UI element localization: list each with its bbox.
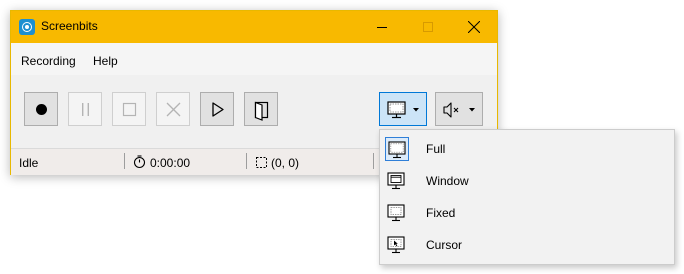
- play-button[interactable]: [200, 92, 234, 126]
- status-state: Idle: [19, 156, 39, 170]
- title-bar: Screenbits: [11, 11, 497, 43]
- menu-item-label: Full: [426, 142, 446, 156]
- menu-item-fixed[interactable]: Fixed: [380, 197, 674, 228]
- app-logo-icon: [19, 19, 35, 35]
- menu-item-label: Fixed: [426, 206, 456, 220]
- open-folder-button[interactable]: [244, 92, 278, 126]
- menu-item-cursor[interactable]: Cursor: [380, 229, 674, 260]
- chevron-down-icon: [413, 108, 419, 112]
- window-title: Screenbits: [41, 19, 98, 33]
- stop-button[interactable]: [112, 92, 146, 126]
- stopwatch-icon: [133, 155, 146, 169]
- capture-mode-menu: Full Window Fixed Cursor: [379, 129, 675, 265]
- window-capture-icon: [385, 169, 409, 193]
- full-screen-icon: [385, 137, 409, 161]
- menu-item-label: Window: [426, 174, 469, 188]
- status-coords: (0, 0): [271, 156, 300, 170]
- capture-mode-dropdown[interactable]: [379, 92, 427, 126]
- cursor-region-icon: [385, 233, 409, 257]
- menu-help[interactable]: Help: [93, 54, 118, 68]
- mute-icon: [443, 102, 475, 118]
- monitor-icon: [387, 101, 419, 119]
- status-time: 0:00:00: [150, 156, 191, 170]
- minimize-button[interactable]: [359, 11, 405, 43]
- menu-item-label: Cursor: [426, 238, 463, 252]
- menu-item-window[interactable]: Window: [380, 165, 674, 196]
- close-icon: [468, 21, 480, 33]
- cancel-button[interactable]: [156, 92, 190, 126]
- status-separator: [246, 153, 247, 169]
- record-button[interactable]: [24, 92, 58, 126]
- fixed-region-icon: [385, 201, 409, 225]
- selection-icon: [256, 157, 267, 168]
- maximize-button: [405, 11, 451, 43]
- close-button[interactable]: [451, 11, 497, 43]
- chevron-down-icon: [469, 108, 475, 112]
- status-separator: [373, 153, 374, 169]
- status-separator: [124, 153, 125, 169]
- cancel-icon: [166, 102, 181, 117]
- menu-item-full[interactable]: Full: [380, 133, 674, 164]
- pause-button[interactable]: [68, 92, 102, 126]
- menu-recording[interactable]: Recording: [21, 54, 76, 68]
- pause-icon: [82, 103, 89, 116]
- menu-bar: Recording Help: [11, 43, 497, 75]
- play-icon: [212, 102, 224, 117]
- stop-icon: [122, 102, 137, 117]
- audio-dropdown[interactable]: [435, 92, 483, 126]
- record-icon: [36, 104, 47, 115]
- door-icon: [254, 101, 269, 121]
